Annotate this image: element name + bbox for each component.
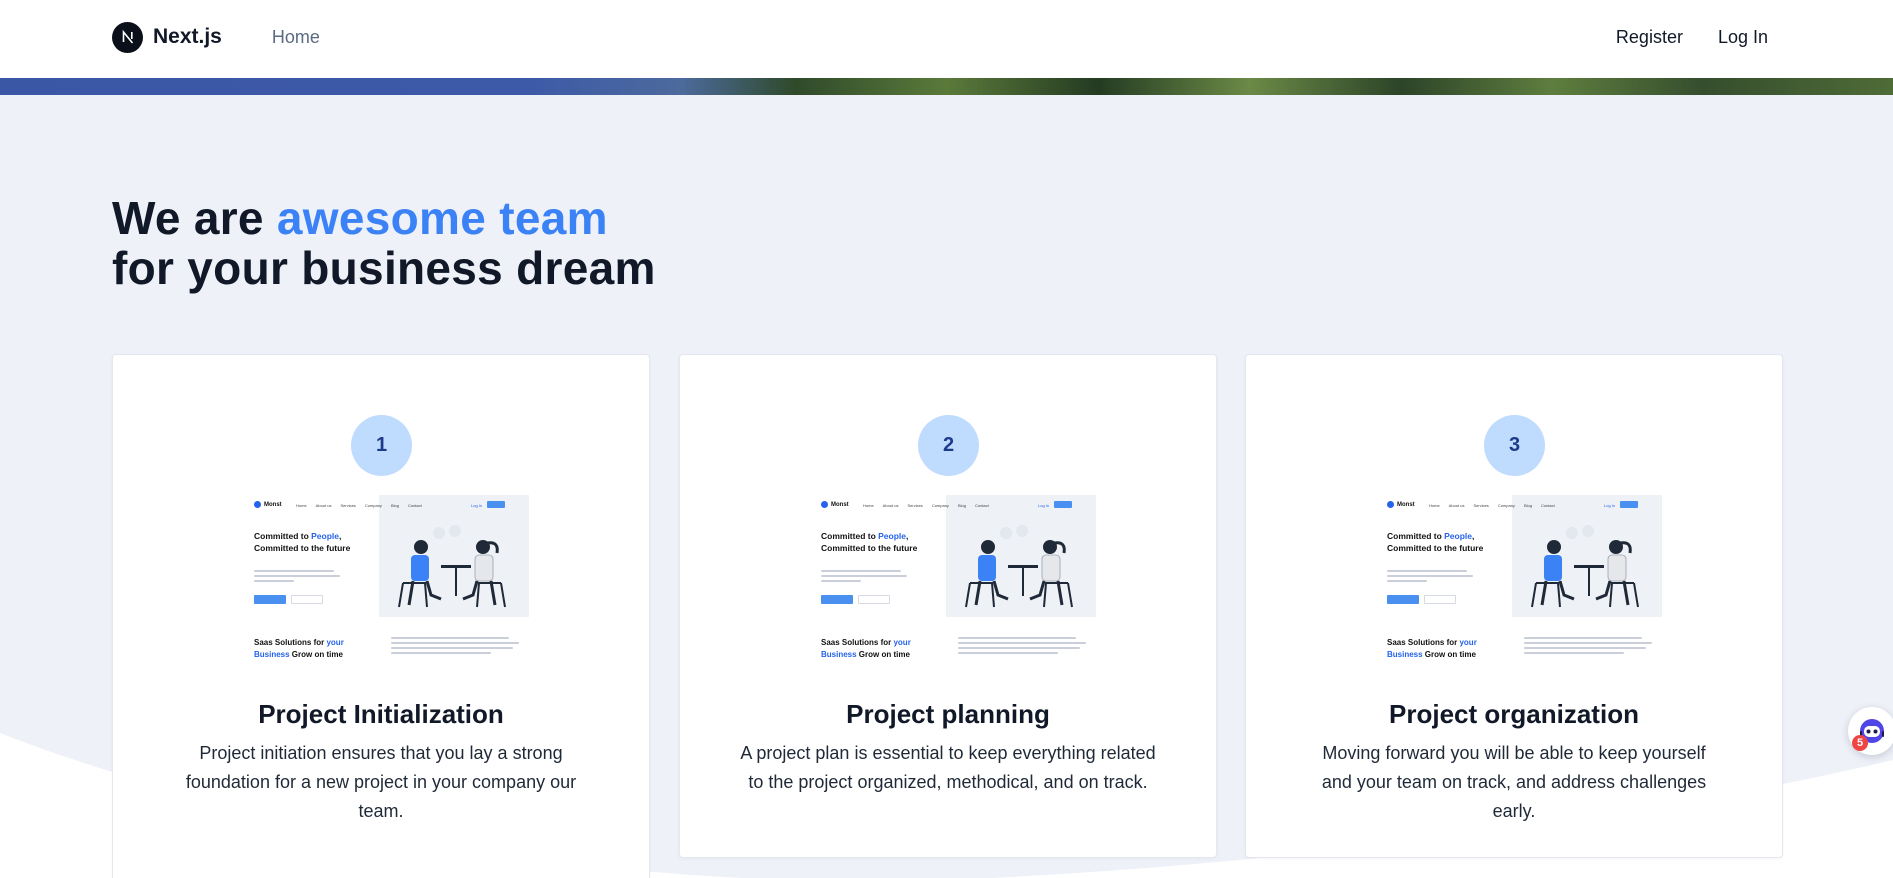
preview-sub-prefix: Saas Solutions for: [254, 638, 327, 647]
card-title: Project organization: [1389, 699, 1639, 729]
preview-headline-accent: People: [1444, 531, 1473, 541]
preview-text-lines: [254, 570, 340, 585]
preview-paragraph-lines: [958, 637, 1086, 657]
preview-primary-button: [821, 595, 853, 604]
preview-paragraph-lines: [391, 637, 519, 657]
step-number-badge: 3: [1484, 415, 1545, 476]
preview-nav-link: Blog: [390, 503, 399, 508]
preview-subheadline: Saas Solutions for your Business Grow on…: [254, 637, 354, 661]
preview-headline-prefix: Committed to: [1387, 531, 1445, 541]
preview-login-link: Log In: [1038, 503, 1050, 508]
preview-logo-icon: [821, 501, 828, 508]
step-number-badge: 1: [351, 415, 412, 476]
preview-nav-link: Services: [340, 503, 356, 508]
preview-headline: Committed to People, Committed to the fu…: [254, 530, 372, 554]
nav-link-register[interactable]: Register: [1616, 27, 1683, 48]
preview-headline: Committed to People, Committed to the fu…: [821, 530, 939, 554]
preview-login-link: Log In: [471, 503, 483, 508]
preview-subheadline: Saas Solutions for your Business Grow on…: [1387, 637, 1487, 661]
preview-logo-text: Monst: [1397, 501, 1415, 508]
website-preview-image: Monst Home About us Services Company Blo…: [251, 495, 533, 681]
preview-nav-links: Home About us Services Company Blog Cont…: [863, 503, 989, 508]
top-navbar: Next.js Home Register Log In: [0, 0, 1893, 78]
nav-link-login[interactable]: Log In: [1718, 27, 1768, 48]
nextjs-logo-icon: [112, 21, 143, 53]
step-number-badge: 2: [918, 415, 979, 476]
preview-primary-button: [1387, 595, 1419, 604]
process-card: 2 Monst Home About us Services Company B…: [679, 354, 1217, 858]
page-heading: We are awesome team for your business dr…: [112, 193, 656, 293]
preview-sub-suffix: Grow on time: [1422, 650, 1476, 659]
brand-name: Next.js: [153, 25, 222, 48]
preview-headline-prefix: Committed to: [254, 531, 312, 541]
navbar-inner: Next.js Home Register Log In: [112, 0, 1768, 74]
preview-nav-link: Contact: [974, 503, 989, 508]
brand-link[interactable]: Next.js: [112, 21, 222, 53]
preview-nav: Monst: [254, 501, 282, 508]
preview-secondary-button: [1424, 595, 1456, 604]
preview-primary-button: [254, 595, 286, 604]
website-preview-image: Monst Home About us Services Company Blo…: [818, 495, 1100, 681]
preview-illustration: [1512, 495, 1662, 617]
preview-nav-link: Contact: [407, 503, 422, 508]
preview-signup-button: [1620, 501, 1638, 508]
card-description: Project initiation ensures that you lay …: [185, 743, 577, 821]
preview-headline: Committed to People, Committed to the fu…: [1387, 530, 1505, 554]
heading-accent: awesome team: [276, 192, 608, 244]
preview-headline-prefix: Committed to: [821, 531, 879, 541]
preview-nav-link: Services: [1473, 503, 1489, 508]
preview-nav-link: Blog: [1523, 503, 1532, 508]
preview-nav-link: Services: [907, 503, 923, 508]
nav-link-home[interactable]: Home: [272, 27, 320, 48]
card-description: Moving forward you will be able to keep …: [1321, 743, 1707, 821]
preview-nav-link: About us: [315, 503, 332, 508]
preview-headline-accent: People: [878, 531, 907, 541]
preview-secondary-button: [291, 595, 323, 604]
preview-nav: Monst: [821, 501, 849, 508]
preview-nav-link: Home: [296, 503, 307, 508]
preview-nav-link: Home: [1429, 503, 1440, 508]
hero-image-strip: [0, 78, 1893, 95]
preview-nav-link: Home: [863, 503, 874, 508]
preview-nav-link: Blog: [957, 503, 966, 508]
preview-subheadline: Saas Solutions for your Business Grow on…: [821, 637, 921, 661]
preview-sub-prefix: Saas Solutions for: [821, 638, 894, 647]
preview-nav: Monst: [1387, 501, 1415, 508]
preview-nav-link: About us: [1448, 503, 1465, 508]
preview-secondary-button: [858, 595, 890, 604]
heading-line-2: for your business dream: [112, 242, 656, 294]
preview-nav-link: Company: [364, 503, 382, 508]
preview-sub-suffix: Grow on time: [856, 650, 910, 659]
preview-headline-accent: People: [311, 531, 340, 541]
preview-sub-prefix: Saas Solutions for: [1387, 638, 1460, 647]
preview-nav-link: Company: [1497, 503, 1515, 508]
preview-nav-links: Home About us Services Company Blog Cont…: [296, 503, 422, 508]
card-description: A project plan is essential to keep ever…: [740, 743, 1156, 792]
process-card: 3 Monst Home About us Services Company B…: [1245, 354, 1783, 858]
nav-auth-links: Register Log In: [1616, 27, 1768, 48]
preview-login-link: Log In: [1604, 503, 1616, 508]
preview-logo-icon: [1387, 501, 1394, 508]
preview-text-lines: [821, 570, 907, 585]
preview-signup-button: [1054, 501, 1072, 508]
website-preview-image: Monst Home About us Services Company Blo…: [1384, 495, 1666, 681]
preview-nav-link: About us: [882, 503, 899, 508]
notification-badge: 5: [1852, 735, 1868, 751]
process-card: 1 Monst Home About us Services Company B…: [112, 354, 650, 878]
card-title: Project Initialization: [258, 699, 504, 729]
preview-nav-link: Contact: [1540, 503, 1555, 508]
preview-logo-icon: [254, 501, 261, 508]
preview-nav-links: Home About us Services Company Blog Cont…: [1429, 503, 1555, 508]
preview-nav-link: Company: [931, 503, 949, 508]
preview-text-lines: [1387, 570, 1473, 585]
preview-illustration: [379, 495, 529, 617]
card-title: Project planning: [846, 699, 1050, 729]
preview-paragraph-lines: [1524, 637, 1652, 657]
preview-signup-button: [487, 501, 505, 508]
preview-logo-text: Monst: [831, 501, 849, 508]
heading-prefix: We are: [112, 192, 277, 244]
preview-illustration: [946, 495, 1096, 617]
preview-logo-text: Monst: [264, 501, 282, 508]
preview-sub-suffix: Grow on time: [289, 650, 343, 659]
